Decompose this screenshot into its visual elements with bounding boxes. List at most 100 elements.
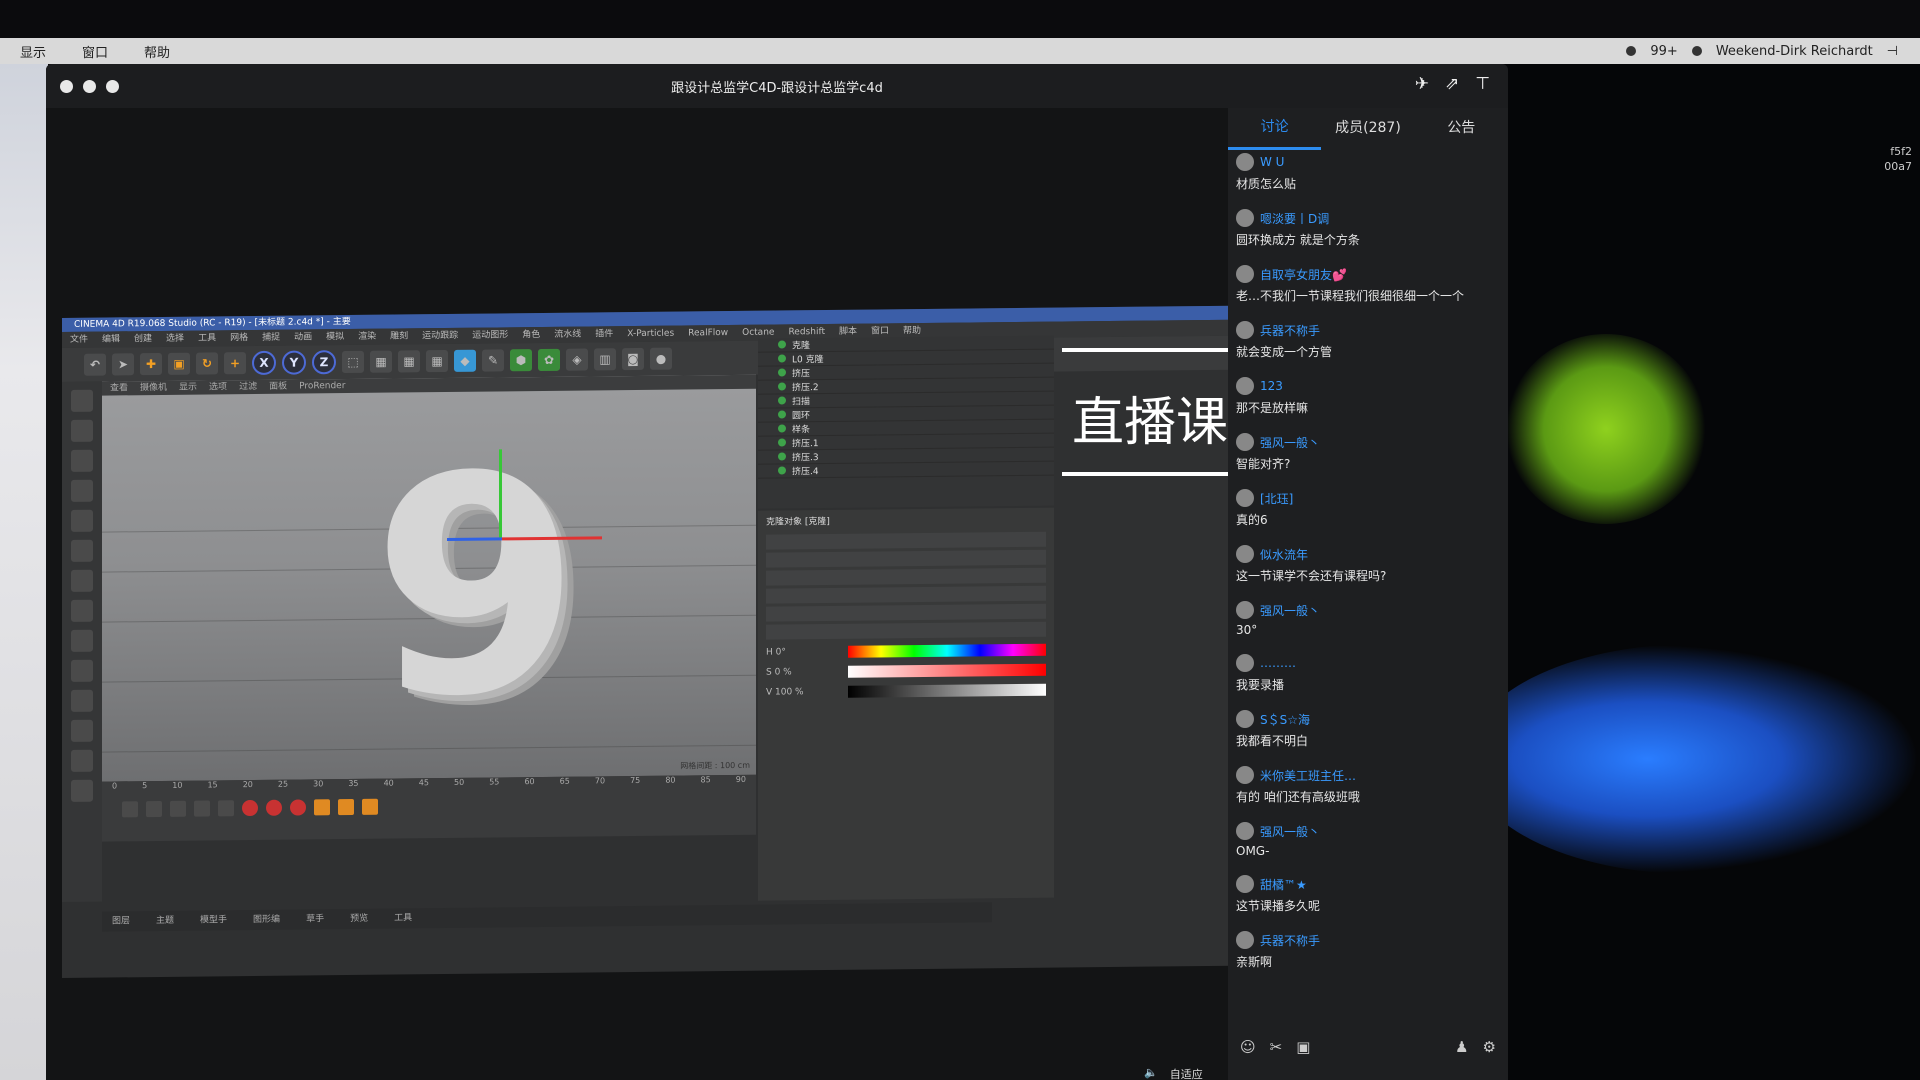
y-axis-handle[interactable]: [499, 449, 502, 540]
user-avatar[interactable]: [1236, 931, 1254, 949]
menu-window[interactable]: 窗口: [82, 42, 108, 61]
tab-announcement[interactable]: 公告: [1415, 108, 1508, 148]
share-plane-icon[interactable]: ✈: [1415, 74, 1429, 94]
volume-icon[interactable]: 🔈: [1144, 1066, 1158, 1080]
mode-icon[interactable]: [71, 539, 93, 562]
value-slider[interactable]: [848, 683, 1046, 698]
chat-user[interactable]: 兵器不称手: [1236, 320, 1500, 340]
viewport-menu-item[interactable]: 面板: [269, 382, 287, 392]
cloner-icon[interactable]: ✿: [538, 348, 560, 372]
c4d-menu-item[interactable]: 网格: [230, 333, 248, 343]
sidebar-toggle-icon[interactable]: ⊣: [1887, 44, 1898, 59]
bottom-tab[interactable]: 图层: [112, 916, 130, 926]
chat-username[interactable]: ………: [1260, 656, 1296, 670]
light-icon[interactable]: ●: [650, 347, 672, 370]
notification-icon[interactable]: [1626, 46, 1637, 56]
settings-gear-icon[interactable]: ⚙: [1483, 1038, 1496, 1056]
chat-username[interactable]: 强风一般丶: [1260, 602, 1320, 619]
chat-user[interactable]: 似水流年: [1236, 544, 1500, 564]
render-settings-icon[interactable]: ▦: [426, 349, 448, 373]
c4d-menu-item[interactable]: 创建: [134, 334, 152, 344]
key-scale-button[interactable]: [338, 798, 354, 816]
bottom-tab[interactable]: 工具: [394, 913, 412, 923]
add-icon[interactable]: +: [224, 352, 246, 375]
chat-username[interactable]: [北珏]: [1260, 490, 1293, 507]
menu-view[interactable]: 显示: [20, 42, 46, 61]
next-frame-button[interactable]: [194, 800, 210, 817]
chat-username[interactable]: 强风一般丶: [1260, 434, 1320, 451]
c4d-menu-item[interactable]: Octane: [742, 328, 774, 338]
viewport-menu-item[interactable]: 过滤: [239, 382, 257, 392]
user-name[interactable]: Weekend-Dirk Reichardt: [1716, 44, 1873, 59]
c4d-menu-item[interactable]: 捕捉: [262, 333, 280, 343]
camera-icon[interactable]: ◙: [622, 347, 644, 371]
chat-user[interactable]: 兵器不称手: [1236, 930, 1500, 950]
z-axis-handle[interactable]: [447, 537, 502, 541]
chat-username[interactable]: S＄S☆海: [1260, 711, 1310, 728]
mode-icon[interactable]: [71, 449, 93, 472]
chat-username[interactable]: 甜橘™★: [1260, 876, 1307, 893]
z-axis-icon[interactable]: Z: [312, 350, 336, 375]
chat-user[interactable]: ………: [1236, 653, 1500, 673]
chat-user[interactable]: 自取亭女朋友💕: [1236, 264, 1500, 284]
c4d-menu-item[interactable]: 流水线: [554, 330, 581, 340]
chat-message-list[interactable]: W U 材质怎么贴 嗯淡要丨D调 圆环换成方 就是个方条 自取亭女朋友💕 老…不我们一节课…: [1228, 148, 1508, 976]
chat-username[interactable]: W U: [1260, 155, 1284, 169]
c4d-menu-item[interactable]: 文件: [70, 335, 88, 345]
undo-icon[interactable]: ↶: [84, 353, 106, 376]
chat-user[interactable]: 米你美工班主任…: [1236, 765, 1500, 785]
user-avatar[interactable]: [1236, 321, 1254, 339]
user-avatar-icon[interactable]: [1691, 46, 1702, 56]
c4d-menu-item[interactable]: 插件: [595, 329, 613, 339]
chat-username[interactable]: 强风一般丶: [1260, 823, 1320, 840]
mode-icon[interactable]: [71, 509, 93, 532]
go-end-button[interactable]: [218, 800, 234, 817]
key-rotation-button[interactable]: [362, 798, 378, 815]
prev-frame-button[interactable]: [146, 800, 162, 818]
c4d-menu-item[interactable]: 窗口: [871, 326, 889, 336]
chat-username[interactable]: 兵器不称手: [1260, 322, 1320, 339]
mode-icon[interactable]: [71, 629, 93, 652]
c4d-menu-item[interactable]: 动画: [294, 332, 312, 342]
chat-user[interactable]: S＄S☆海: [1236, 709, 1500, 729]
c4d-menu-item[interactable]: 雕刻: [390, 331, 408, 341]
keyframe-button[interactable]: [290, 799, 306, 816]
mode-icon[interactable]: [71, 779, 93, 802]
mode-icon[interactable]: [71, 659, 93, 682]
fit-toggle[interactable]: 自适应: [1170, 1066, 1203, 1080]
mode-icon[interactable]: [71, 749, 93, 772]
y-axis-icon[interactable]: Y: [282, 350, 306, 375]
c4d-menu-item[interactable]: X-Particles: [627, 329, 674, 339]
go-start-button[interactable]: [122, 801, 138, 818]
x-axis-icon[interactable]: X: [252, 350, 276, 376]
mode-icon[interactable]: [71, 569, 93, 592]
chat-username[interactable]: 似水流年: [1260, 546, 1308, 563]
user-avatar[interactable]: [1236, 601, 1254, 619]
attr-row[interactable]: [766, 585, 1046, 604]
live-video-area[interactable]: CINEMA 4D R19.068 Studio (RC - R19) - [未…: [46, 108, 1427, 1080]
chat-user[interactable]: 123: [1236, 376, 1500, 396]
coordinate-icon[interactable]: ⬚: [342, 350, 364, 374]
c4d-menu-item[interactable]: 运动图形: [472, 330, 508, 340]
bottom-tab[interactable]: 图形编: [253, 915, 280, 925]
user-avatar[interactable]: [1236, 153, 1254, 171]
people-icon[interactable]: ♟: [1455, 1038, 1468, 1056]
user-avatar[interactable]: [1236, 489, 1254, 507]
menu-help[interactable]: 帮助: [144, 42, 170, 61]
chat-username[interactable]: 自取亭女朋友💕: [1260, 266, 1347, 283]
c4d-menu-item[interactable]: 选择: [166, 334, 184, 344]
floor-icon[interactable]: ▥: [594, 348, 616, 371]
mode-icon[interactable]: [71, 689, 93, 712]
mode-icon[interactable]: [71, 719, 93, 742]
c4d-menu-item[interactable]: 运动跟踪: [422, 331, 458, 341]
viewport-menu-item[interactable]: 查看: [110, 383, 128, 393]
chat-user[interactable]: 强风一般丶: [1236, 600, 1500, 620]
attr-row[interactable]: [766, 567, 1046, 586]
c4d-menu-item[interactable]: 编辑: [102, 334, 120, 344]
scissors-icon[interactable]: ✂: [1270, 1038, 1283, 1056]
auto-key-button[interactable]: [266, 799, 282, 816]
bottom-tab[interactable]: 草手: [306, 914, 324, 924]
play-button[interactable]: [170, 800, 186, 817]
mode-icon[interactable]: [71, 419, 93, 442]
c4d-menu-item[interactable]: 脚本: [839, 327, 857, 337]
